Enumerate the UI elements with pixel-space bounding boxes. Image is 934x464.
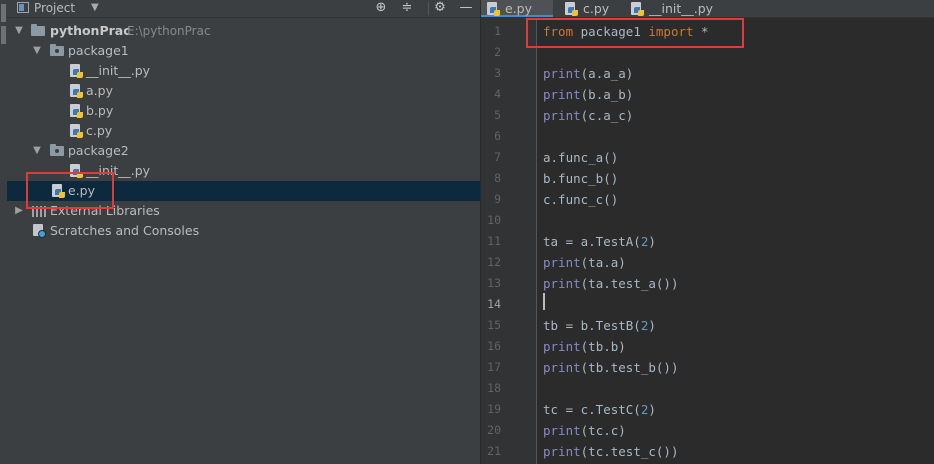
tab-init-py[interactable]: __init__.py bbox=[625, 0, 730, 17]
editor-tabs: e.py c.py __init__.py bbox=[481, 0, 934, 18]
code-line[interactable]: print(c.a_c) bbox=[543, 105, 633, 126]
line-number-gutter: 1 2 3 4 5 6 7 8 9 10 11 12 13 14 15 16 17 18 19 20 21 bbox=[481, 18, 537, 464]
line-number: 17 bbox=[487, 360, 501, 374]
tree-root-label: pythonPrac bbox=[50, 23, 131, 38]
tab-c-py[interactable]: c.py bbox=[559, 0, 619, 17]
python-file-icon bbox=[70, 64, 83, 78]
line-number: 5 bbox=[494, 108, 501, 122]
code-line[interactable]: tb = b.TestB(2) bbox=[543, 315, 656, 336]
code-line[interactable]: print(tb.test_b()) bbox=[543, 357, 678, 378]
code-line[interactable]: c.func_c() bbox=[543, 189, 618, 210]
hide-panel-icon[interactable]: — bbox=[458, 0, 474, 16]
project-icon bbox=[17, 2, 29, 13]
line-number: 10 bbox=[487, 213, 501, 227]
package-folder-icon bbox=[50, 44, 64, 56]
line-number: 7 bbox=[494, 150, 501, 164]
line-number: 6 bbox=[494, 129, 501, 143]
tree-item-label: Scratches and Consoles bbox=[50, 223, 200, 238]
code-line[interactable]: print(tc.c) bbox=[543, 420, 626, 441]
tree-item-c-py[interactable]: c.py bbox=[7, 121, 480, 141]
line-number: 21 bbox=[487, 444, 501, 458]
line-number: 18 bbox=[487, 381, 501, 395]
python-file-icon bbox=[565, 2, 578, 16]
code-line[interactable]: print(a.a_a) bbox=[543, 63, 633, 84]
code-line[interactable]: tc = c.TestC(2) bbox=[543, 399, 656, 420]
tree-item-init-py[interactable]: __init__.py bbox=[7, 61, 480, 81]
code-line[interactable]: b.func_b() bbox=[543, 168, 618, 189]
python-file-icon bbox=[70, 124, 83, 138]
code-line[interactable]: print(tb.b) bbox=[543, 336, 626, 357]
project-tool-tab[interactable] bbox=[1, 4, 6, 22]
line-number: 2 bbox=[494, 45, 501, 59]
project-panel-header: Project ▼ ⊕ ≑ ⚙ — bbox=[7, 0, 480, 18]
python-file-icon bbox=[631, 2, 644, 16]
chevron-down-icon[interactable]: ▼ bbox=[91, 0, 99, 16]
tree-item-label: package2 bbox=[68, 143, 129, 158]
tree-item-label: c.py bbox=[86, 123, 113, 138]
tree-item-label: a.py bbox=[86, 83, 113, 98]
line-number: 4 bbox=[494, 87, 501, 101]
header-divider bbox=[428, 2, 429, 15]
line-number: 14 bbox=[487, 297, 501, 311]
annotation-box-import bbox=[526, 18, 744, 48]
tree-item-label: __init__.py bbox=[86, 63, 151, 78]
line-number: 11 bbox=[487, 234, 501, 248]
line-number: 1 bbox=[494, 24, 501, 38]
line-number: 16 bbox=[487, 339, 501, 353]
code-line[interactable]: print(b.a_b) bbox=[543, 84, 633, 105]
scratches-icon bbox=[33, 224, 46, 238]
project-panel-title[interactable]: Project bbox=[34, 0, 75, 16]
folder-icon bbox=[31, 24, 45, 36]
structure-tool-tab[interactable] bbox=[1, 26, 6, 44]
line-number: 20 bbox=[487, 423, 501, 437]
line-number: 8 bbox=[494, 171, 501, 185]
tree-root-pythonprac[interactable]: ▼ pythonPrac E:\pythonPrac bbox=[7, 21, 480, 41]
python-file-icon bbox=[70, 104, 83, 118]
line-number: 9 bbox=[494, 192, 501, 206]
tab-label: e.py bbox=[505, 1, 532, 16]
chevron-down-icon[interactable]: ▼ bbox=[32, 141, 42, 161]
code-line[interactable]: ta = a.TestA(2) bbox=[543, 231, 656, 252]
line-number: 13 bbox=[487, 276, 501, 290]
tree-item-b-py[interactable]: b.py bbox=[7, 101, 480, 121]
code-line[interactable]: print(tc.test_c()) bbox=[543, 441, 678, 462]
chevron-down-icon[interactable]: ▼ bbox=[14, 21, 24, 41]
tab-e-py[interactable]: e.py bbox=[481, 0, 553, 17]
line-number: 15 bbox=[487, 318, 501, 332]
tree-item-package2[interactable]: ▼ package2 bbox=[7, 141, 480, 161]
chevron-down-icon[interactable]: ▼ bbox=[32, 41, 42, 61]
tree-item-scratches[interactable]: Scratches and Consoles bbox=[7, 221, 480, 241]
code-line[interactable]: print(ta.a) bbox=[543, 252, 626, 273]
tab-label: c.py bbox=[583, 1, 610, 16]
code-editor[interactable]: from package1 import * print(a.a_a) print(… bbox=[537, 18, 934, 464]
code-line[interactable]: a.func_a() bbox=[543, 147, 618, 168]
project-panel: Project ▼ ⊕ ≑ ⚙ — ▼ pythonPrac E:\python… bbox=[7, 0, 480, 464]
tree-item-label: b.py bbox=[86, 103, 114, 118]
tab-label: __init__.py bbox=[649, 1, 714, 16]
collapse-all-icon[interactable]: ≑ bbox=[399, 0, 415, 16]
tree-item-a-py[interactable]: a.py bbox=[7, 81, 480, 101]
tree-item-package1[interactable]: ▼ package1 bbox=[7, 41, 480, 61]
tree-root-path: E:\pythonPrac bbox=[127, 24, 211, 38]
gear-icon[interactable]: ⚙ bbox=[432, 0, 448, 16]
text-caret bbox=[543, 293, 545, 310]
line-number: 12 bbox=[487, 255, 501, 269]
line-number: 3 bbox=[494, 66, 501, 80]
chevron-right-icon[interactable]: ▶ bbox=[14, 201, 24, 221]
python-file-icon bbox=[487, 2, 500, 16]
tree-item-label: package1 bbox=[68, 43, 129, 58]
locate-icon[interactable]: ⊕ bbox=[373, 0, 389, 16]
code-line[interactable]: print(ta.test_a()) bbox=[543, 273, 678, 294]
line-number: 19 bbox=[487, 402, 501, 416]
python-file-icon bbox=[70, 84, 83, 98]
package-folder-icon bbox=[50, 144, 64, 156]
annotation-box-e-py bbox=[26, 172, 114, 209]
